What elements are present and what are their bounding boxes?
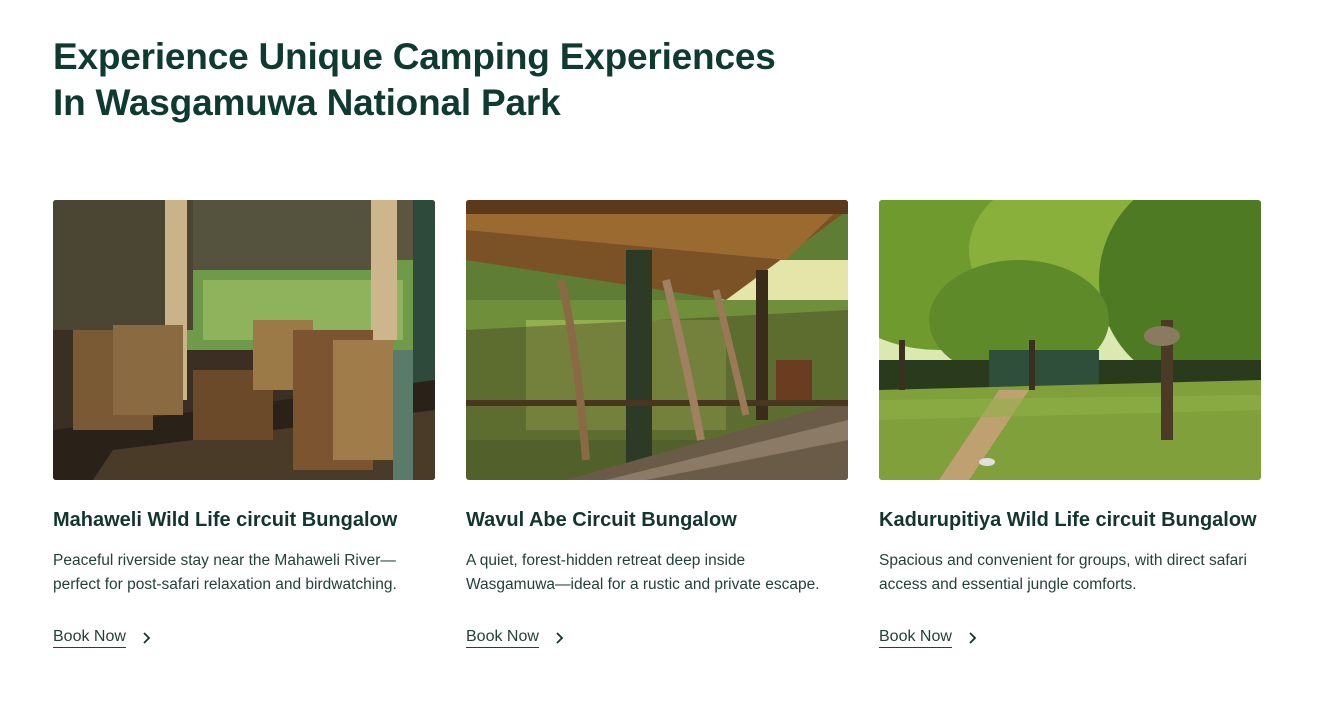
bungalow-cards: Mahaweli Wild Life circuit Bungalow Peac…	[53, 200, 1261, 648]
section-heading: Experience Unique Camping Experiences In…	[53, 34, 776, 126]
bungalow-description: Spacious and convenient for groups, with…	[879, 552, 1247, 593]
bungalow-title: Kadurupitiya Wild Life circuit Bungalow	[879, 509, 1257, 531]
bungalow-description: Peaceful riverside stay near the Mahawel…	[53, 552, 397, 593]
bungalow-title: Wavul Abe Circuit Bungalow	[466, 509, 737, 531]
chevron-right-icon	[556, 632, 564, 644]
book-now-link[interactable]: Book Now	[466, 628, 564, 648]
chevron-right-icon	[969, 632, 977, 644]
bungalow-photo-lawn[interactable]	[879, 200, 1261, 480]
bungalow-card: Mahaweli Wild Life circuit Bungalow Peac…	[53, 200, 435, 648]
book-now-label: Book Now	[879, 628, 952, 648]
book-now-label: Book Now	[53, 628, 126, 648]
chevron-right-icon	[143, 632, 151, 644]
bungalow-photo-porch[interactable]	[466, 200, 848, 480]
bungalow-card: Kadurupitiya Wild Life circuit Bungalow …	[879, 200, 1261, 648]
book-now-label: Book Now	[466, 628, 539, 648]
camping-section: Experience Unique Camping Experiences In…	[0, 0, 1318, 711]
section-heading-line-2: In Wasgamuwa National Park	[53, 82, 561, 123]
bungalow-photo-veranda[interactable]	[53, 200, 435, 480]
section-heading-line-1: Experience Unique Camping Experiences	[53, 36, 776, 77]
bungalow-card: Wavul Abe Circuit Bungalow A quiet, fore…	[466, 200, 848, 648]
book-now-link[interactable]: Book Now	[53, 628, 151, 648]
bungalow-title: Mahaweli Wild Life circuit Bungalow	[53, 509, 398, 531]
bungalow-description: A quiet, forest-hidden retreat deep insi…	[466, 552, 820, 593]
book-now-link[interactable]: Book Now	[879, 628, 977, 648]
